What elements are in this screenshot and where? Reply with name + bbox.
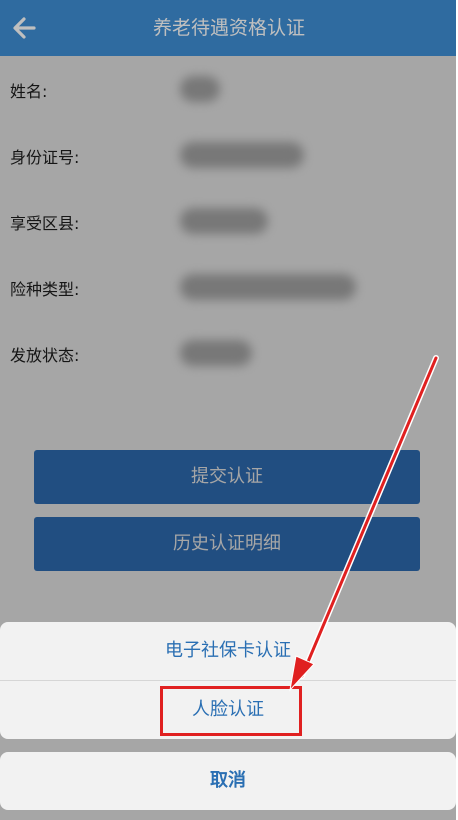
- action-sheet-options: 电子社保卡认证 人脸认证: [0, 622, 456, 739]
- submit-certification-button[interactable]: 提交认证: [34, 450, 420, 504]
- app-header: 养老待遇资格认证: [0, 0, 458, 56]
- field-value-name-blurred: [180, 76, 220, 102]
- e-social-security-card-option[interactable]: 电子社保卡认证: [0, 622, 456, 680]
- field-label-payment-status: 发放状态:: [10, 346, 80, 365]
- field-row-name: 姓名:: [0, 68, 458, 108]
- field-row-payment-status: 发放状态:: [0, 332, 458, 372]
- field-label-insurance-type: 险种类型:: [10, 280, 80, 299]
- field-label-district: 享受区县:: [10, 214, 80, 233]
- action-sheet: 电子社保卡认证 人脸认证 取消: [0, 622, 458, 820]
- field-value-id-number-blurred: [180, 142, 304, 168]
- history-details-button[interactable]: 历史认证明细: [34, 517, 420, 571]
- field-value-payment-status-blurred: [180, 340, 252, 366]
- field-label-name: 姓名:: [10, 82, 48, 101]
- field-value-district-blurred: [180, 208, 268, 234]
- field-row-id-number: 身份证号:: [0, 134, 458, 174]
- field-value-insurance-type-blurred: [180, 274, 356, 300]
- field-label-id-number: 身份证号:: [10, 148, 80, 167]
- page-title: 养老待遇资格认证: [152, 17, 305, 39]
- field-row-insurance-type: 险种类型:: [0, 266, 458, 306]
- cancel-button[interactable]: 取消: [0, 752, 456, 810]
- face-recognition-option[interactable]: 人脸认证: [0, 680, 456, 739]
- action-sheet-cancel-group: 取消: [0, 752, 456, 810]
- field-row-district: 享受区县:: [0, 200, 458, 240]
